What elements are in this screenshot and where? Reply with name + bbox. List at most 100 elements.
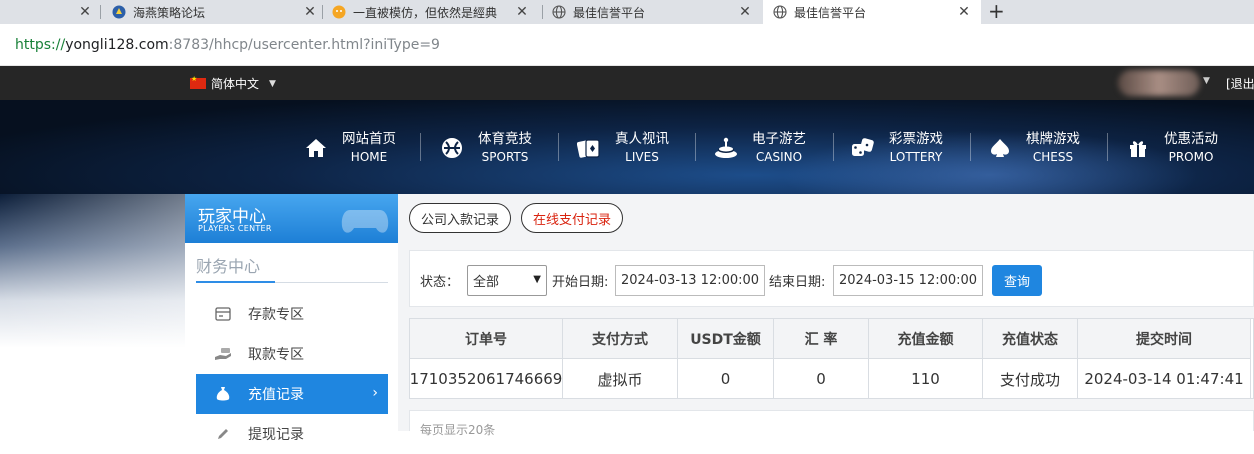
nav-casino[interactable]: 电子游艺 CASINO — [714, 128, 806, 168]
filter-panel: 状态： 全部 ▼ 开始日期: 2024-03-13 12:00:00 结束日期:… — [409, 250, 1254, 307]
spade-icon — [988, 136, 1012, 160]
nav-chess[interactable]: 棋牌游戏 CHESS — [988, 128, 1080, 168]
start-date-input[interactable]: 2024-03-13 12:00:00 — [615, 265, 765, 296]
sidebar-item-deposit[interactable]: 存款专区 — [196, 294, 388, 334]
tab-separator — [322, 5, 323, 19]
tab-online-payment-records[interactable]: 在线支付记录 — [521, 203, 623, 233]
dice-icon — [851, 136, 875, 160]
column-header-order-no: 订单号 — [410, 319, 563, 359]
tab-close-icon[interactable]: ✕ — [78, 4, 92, 20]
nav-home[interactable]: 网站首页 HOME — [304, 128, 396, 168]
site-top-strip: 简体中文 ▼ [退出 — [0, 66, 1254, 100]
nav-label-en: CASINO — [755, 150, 803, 164]
chevron-right-icon: › — [372, 385, 378, 401]
end-date-input[interactable]: 2024-03-15 12:00:00 — [833, 265, 983, 296]
sidebar-item-label: 取款专区 — [248, 347, 304, 363]
nav-separator — [970, 133, 971, 161]
nav-label-en: LIVES — [625, 150, 659, 164]
nav-lottery[interactable]: 彩票游戏 LOTTERY — [851, 128, 943, 168]
logout-link[interactable]: [退出 — [1226, 75, 1254, 92]
query-button[interactable]: 查询 — [992, 265, 1042, 296]
nav-sports[interactable]: 体育竞技 SPORTS — [440, 128, 532, 168]
tab-title: 最佳信誉平台 — [573, 5, 646, 20]
sidebar-item-label: 充值记录 — [248, 387, 304, 403]
tab-separator — [100, 5, 101, 19]
username-redacted — [1118, 70, 1200, 96]
withdraw-icon — [214, 346, 232, 362]
sidebar-item-withdraw-records[interactable]: 提现记录 — [196, 414, 388, 454]
records-table: 订单号 支付方式 USDT金额 汇 率 充值金额 充值状态 提交时间 17103… — [409, 318, 1254, 399]
tab-title: 最佳信誉平台 — [794, 5, 867, 20]
nav-lives[interactable]: 真人视讯 LIVES — [577, 128, 669, 168]
nav-label-cn: 棋牌游戏 — [1026, 131, 1080, 147]
chevron-down-icon: ▼ — [269, 78, 276, 89]
language-label: 简体中文 — [211, 77, 260, 91]
nav-label-cn: 优惠活动 — [1164, 131, 1218, 147]
tab-close-icon[interactable]: ✕ — [957, 4, 971, 20]
cell-payment-method: 虚拟币 — [563, 359, 678, 399]
nav-label-cn: 彩票游戏 — [889, 131, 943, 147]
column-header-status: 充值状态 — [983, 319, 1078, 359]
nav-label-cn: 电子游艺 — [752, 131, 806, 147]
new-tab-button[interactable]: + — [988, 0, 1005, 22]
column-header-payment-method: 支付方式 — [563, 319, 678, 359]
china-flag-icon — [190, 75, 206, 89]
column-header-amount: 充值金额 — [869, 319, 983, 359]
nav-promo[interactable]: 优惠活动 PROMO — [1126, 128, 1218, 168]
sidebar-item-label: 存款专区 — [248, 307, 304, 323]
browser-tab-3[interactable]: 一直被模仿，但依然是經典 ✕ — [332, 0, 539, 24]
finance-sidebar: 财务中心 存款专区 取款专区 充值记录 › 提现记录 — [185, 243, 398, 443]
language-selector[interactable]: 简体中文 ▼ — [190, 75, 276, 92]
tab-separator — [542, 5, 543, 19]
main-content: 公司入款记录 在线支付记录 状态： 全部 ▼ 开始日期: 2024-03-13 … — [398, 194, 1254, 437]
browser-tab-1[interactable]: ✕ — [0, 0, 96, 24]
nav-label-cn: 网站首页 — [342, 131, 396, 147]
pagination-panel: 每页显示20条 — [409, 410, 1254, 437]
players-center-header: 玩家中心 PLAYERS CENTER — [185, 194, 398, 243]
cell-rate: 0 — [774, 359, 869, 399]
cell-status: 支付成功 — [983, 359, 1078, 399]
nav-label-cn: 真人视讯 — [615, 131, 669, 147]
url-path: :8783/hhcp/usercenter.html?iniType=9 — [168, 37, 440, 53]
address-bar[interactable]: https://yongli128.com:8783/hhcp/usercent… — [0, 24, 1254, 66]
browser-tab-4[interactable]: 最佳信誉平台 ✕ — [552, 0, 752, 24]
sidebar-item-recharge-records[interactable]: 充值记录 › — [196, 374, 388, 414]
nav-label-en: CHESS — [1032, 150, 1074, 164]
sidebar-item-withdraw[interactable]: 取款专区 — [196, 334, 388, 374]
nav-separator — [420, 133, 421, 161]
hero-banner: 网站首页 HOME 体育竞技 SPORTS 真人视讯 LIVES 电子游艺 CASINO… — [0, 100, 1254, 194]
url-text[interactable]: https://yongli128.com:8783/hhcp/usercent… — [15, 37, 440, 53]
globe-icon — [773, 5, 787, 19]
nav-separator — [1107, 133, 1108, 161]
cell-usdt-amount: 0 — [678, 359, 774, 399]
status-select[interactable]: 全部 ▼ — [467, 265, 547, 296]
cards-icon — [577, 136, 601, 160]
chevron-down-icon[interactable]: ▼ — [1203, 76, 1210, 86]
tab-title: 一直被模仿，但依然是經典 — [353, 5, 498, 20]
cell-submit-time: 2024-03-14 01:47:41 — [1078, 359, 1251, 399]
home-icon — [304, 136, 328, 160]
status-select-value: 全部 — [473, 275, 500, 290]
browser-tab-5-active[interactable]: 最佳信誉平台 ✕ — [763, 0, 981, 24]
nav-separator — [558, 133, 559, 161]
browser-tab-2[interactable]: 海燕策略论坛 ✕ — [112, 0, 317, 24]
status-label: 状态： — [420, 275, 460, 290]
tab-close-icon[interactable]: ✕ — [738, 4, 752, 20]
start-date-label: 开始日期: — [552, 275, 609, 290]
tab-company-deposit-records[interactable]: 公司入款记录 — [409, 203, 511, 233]
tab-close-icon[interactable]: ✕ — [515, 4, 529, 20]
cell-amount: 110 — [869, 359, 983, 399]
nav-label-cn: 体育竞技 — [478, 131, 532, 147]
tab-close-icon[interactable]: ✕ — [303, 4, 317, 20]
gift-icon — [1126, 136, 1150, 160]
players-center-subtitle: PLAYERS CENTER — [198, 224, 272, 233]
globe-icon — [552, 5, 566, 19]
pen-icon — [214, 426, 232, 442]
nav-separator — [695, 133, 696, 161]
column-header-submit-time: 提交时间 — [1078, 319, 1251, 359]
nav-separator — [833, 133, 834, 161]
nav-label-en: HOME — [350, 150, 388, 164]
url-host: yongli128.com — [65, 37, 169, 53]
column-header-rate: 汇 率 — [774, 319, 869, 359]
column-header-usdt-amount: USDT金额 — [678, 319, 774, 359]
